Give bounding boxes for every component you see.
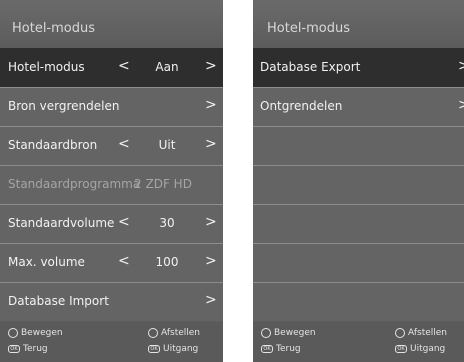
menu-item-ontgrendelen[interactable]: Ontgrendelen > [253, 87, 464, 126]
hint-exit: OK Uitgang [395, 344, 445, 354]
key-hint-footer: Bewegen Afstellen OK Terug OK Uitgang [253, 322, 464, 362]
menu-item-label: Standaardprogramma [8, 177, 141, 191]
menu-item-label: Database Export [260, 60, 361, 74]
empty-row [253, 243, 464, 282]
menu-item-database-import[interactable]: Database Import > [0, 282, 223, 321]
menu-title: Hotel-modus [253, 0, 464, 48]
chevron-right-icon[interactable]: > [458, 58, 464, 74]
menu-item-label: Bron vergrendelen [8, 99, 120, 113]
menu-item-value: Aan [155, 60, 179, 74]
chevron-right-icon[interactable]: > [205, 136, 217, 152]
menu-item-label: Ontgrendelen [260, 99, 343, 113]
hint-adjust: Afstellen [148, 328, 200, 338]
menu-item-label: Max. volume [8, 255, 85, 269]
menu-title: Hotel-modus [0, 0, 223, 48]
hint-exit: OK Uitgang [148, 344, 198, 354]
hint-back: OK Terug [261, 344, 301, 354]
back-key-icon: OK [261, 345, 273, 353]
hint-move-label: Bewegen [274, 328, 316, 338]
back-key-icon: OK [8, 345, 20, 353]
navigate-ring-icon [8, 328, 18, 338]
menu-item-value: 100 [155, 255, 179, 269]
menu-list: Database Export > Ontgrendelen > [253, 48, 464, 321]
menu-item-standaardprogramma: Standaardprogramma 2 ZDF HD [0, 165, 223, 204]
menu-item-value: Uit [158, 138, 176, 152]
chevron-left-icon[interactable]: < [118, 136, 130, 152]
chevron-right-icon[interactable]: > [205, 253, 217, 269]
navigate-ring-icon [261, 328, 271, 338]
exit-key-icon: OK [395, 345, 407, 353]
chevron-right-icon[interactable]: > [205, 292, 217, 308]
empty-row [253, 165, 464, 204]
chevron-right-icon[interactable]: > [205, 214, 217, 230]
chevron-left-icon[interactable]: < [118, 214, 130, 230]
menu-item-standaardvolume[interactable]: Standaardvolume < 30 > [0, 204, 223, 243]
chevron-left-icon[interactable]: < [118, 253, 130, 269]
hint-exit-label: Uitgang [410, 344, 446, 354]
menu-item-database-export[interactable]: Database Export > [253, 48, 464, 87]
menu-item-bron-vergrendelen[interactable]: Bron vergrendelen > [0, 87, 223, 126]
hint-adjust-label: Afstellen [408, 328, 448, 338]
chevron-right-icon[interactable]: > [458, 97, 464, 113]
menu-item-label: Standaardvolume [8, 216, 115, 230]
menu-item-standaardbron[interactable]: Standaardbron < Uit > [0, 126, 223, 165]
hotel-mode-menu-right: Hotel-modus Database Export > Ontgrendel… [253, 0, 464, 362]
exit-key-icon: OK [148, 345, 160, 353]
hotel-mode-menu-left: Hotel-modus Hotel-modus < Aan > Bron ver… [0, 0, 223, 362]
key-hint-footer: Bewegen Afstellen OK Terug OK Uitgang [0, 322, 223, 362]
menu-item-hotel-modus[interactable]: Hotel-modus < Aan > [0, 48, 223, 87]
hint-exit-label: Uitgang [163, 344, 199, 354]
hint-back-label: Terug [276, 344, 301, 354]
menu-item-max-volume[interactable]: Max. volume < 100 > [0, 243, 223, 282]
menu-item-label: Standaardbron [8, 138, 98, 152]
left-right-keys-icon [395, 328, 405, 338]
hint-move: Bewegen [8, 328, 63, 338]
chevron-right-icon[interactable]: > [205, 58, 217, 74]
empty-row [253, 126, 464, 165]
menu-item-value: 2 ZDF HD [134, 177, 192, 191]
hint-back: OK Terug [8, 344, 48, 354]
empty-row [253, 204, 464, 243]
hint-move: Bewegen [261, 328, 316, 338]
chevron-right-icon[interactable]: > [205, 97, 217, 113]
hint-move-label: Bewegen [21, 328, 63, 338]
hint-adjust: Afstellen [395, 328, 447, 338]
menu-item-label: Hotel-modus [8, 60, 85, 74]
menu-item-value: 30 [159, 216, 175, 230]
hint-adjust-label: Afstellen [161, 328, 201, 338]
left-right-keys-icon [148, 328, 158, 338]
hint-back-label: Terug [23, 344, 48, 354]
chevron-left-icon[interactable]: < [118, 58, 130, 74]
menu-list: Hotel-modus < Aan > Bron vergrendelen > … [0, 48, 223, 321]
menu-item-label: Database Import [8, 294, 109, 308]
empty-row [253, 282, 464, 321]
